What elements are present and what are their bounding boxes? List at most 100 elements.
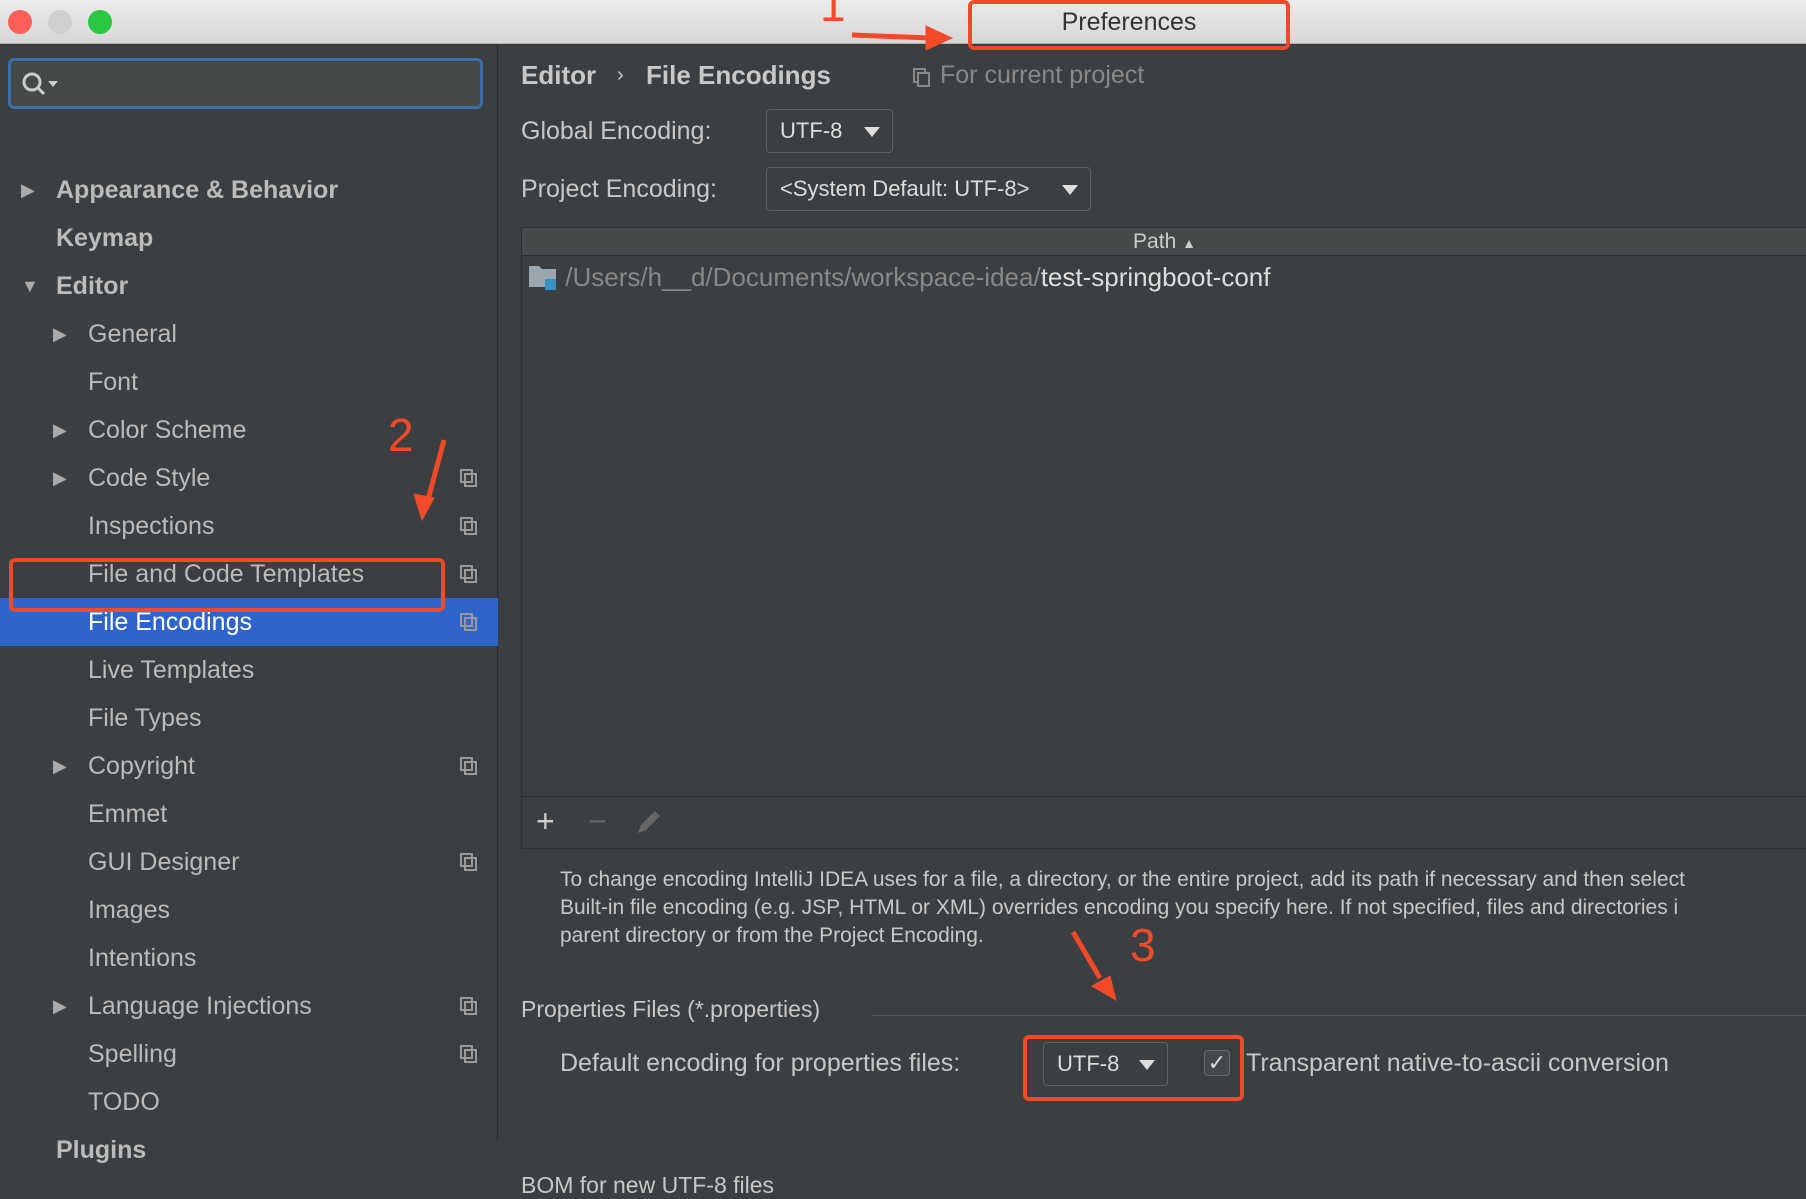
description-line: Built-in file encoding (e.g. JSP, HTML o…: [560, 896, 1679, 919]
project-scope-icon: [460, 517, 477, 535]
encoding-description: To change encoding IntelliJ IDEA uses fo…: [560, 866, 1685, 950]
search-icon: [22, 72, 58, 96]
sidebar-item-copyright[interactable]: ▶ Copyright: [0, 742, 498, 790]
project-scope-icon: [460, 565, 477, 583]
global-encoding-dropdown[interactable]: UTF-8: [766, 109, 893, 153]
scope-label: For current project: [940, 61, 1145, 89]
expand-arrow-icon[interactable]: ▼: [21, 262, 39, 310]
path-name: test-springboot-conf: [1040, 262, 1271, 292]
sidebar-item-spelling[interactable]: Spelling: [0, 1030, 498, 1078]
annotation-number-2: 2: [388, 409, 414, 461]
add-icon[interactable]: +: [536, 803, 555, 840]
sidebar-item-images[interactable]: Images: [0, 886, 498, 934]
sidebar-item-label: Editor: [56, 272, 129, 300]
project-scope-icon: [460, 613, 477, 631]
sidebar-item-editor[interactable]: ▼ Editor: [0, 262, 498, 310]
sidebar-item-label: Font: [88, 368, 139, 396]
sidebar-item-label: Appearance & Behavior: [56, 176, 339, 204]
annotation-number-3: 3: [1130, 919, 1156, 971]
project-scope-icon: [460, 853, 477, 871]
path-prefix: /Users/h__d/Documents/workspace-idea/: [565, 262, 1041, 292]
chevron-down-icon: [864, 127, 880, 137]
properties-encoding-label: Default encoding for properties files:: [560, 1049, 961, 1077]
sidebar-item-code-style[interactable]: ▶ Code Style: [0, 454, 498, 502]
table-row[interactable]: /Users/h__d/Documents/workspace-idea/tes…: [528, 262, 1270, 293]
breadcrumb-separator: ›: [617, 64, 624, 86]
sidebar-item-label: Code Style: [88, 464, 211, 492]
sidebar-item-label: Emmet: [88, 800, 168, 828]
sidebar-item-label: Live Templates: [88, 656, 255, 684]
sidebar-item-file-types[interactable]: File Types: [0, 694, 498, 742]
breadcrumb-editor[interactable]: Editor: [521, 60, 596, 91]
sidebar-item-general[interactable]: ▶ General: [0, 310, 498, 358]
edit-icon[interactable]: [634, 809, 662, 837]
sidebar-item-appearance-behavior[interactable]: ▶ Appearance & Behavior: [0, 166, 498, 214]
sidebar-item-label: Copyright: [88, 752, 195, 780]
chevron-down-icon: [1062, 185, 1078, 195]
path-column-header[interactable]: Path ▲: [522, 228, 1806, 256]
project-scope-icon: [460, 469, 477, 487]
annotation-number-1: 1: [820, 0, 846, 31]
description-line: To change encoding IntelliJ IDEA uses fo…: [560, 868, 1685, 891]
sidebar-item-label: Color Scheme: [88, 416, 247, 444]
collapse-arrow-icon[interactable]: ▶: [53, 742, 67, 790]
collapse-arrow-icon[interactable]: ▶: [53, 310, 67, 358]
collapse-arrow-icon[interactable]: ▶: [53, 454, 67, 502]
annotation-box-properties: [1023, 1035, 1244, 1101]
file-encodings-panel: Editor › File Encodings For current proj…: [499, 44, 1806, 1198]
project-scope-icon: [460, 1045, 477, 1063]
sort-asc-icon: ▲: [1182, 235, 1196, 251]
collapse-arrow-icon[interactable]: ▶: [21, 166, 35, 214]
description-line: parent directory or from the Project Enc…: [560, 924, 984, 947]
sidebar-item-font[interactable]: Font: [0, 358, 498, 406]
path-encoding-table: Path ▲ /Users/h__d/Documents/workspace-i…: [521, 227, 1806, 849]
sidebar-item-emmet[interactable]: Emmet: [0, 790, 498, 838]
project-scope-icon: [460, 997, 477, 1015]
global-encoding-value: UTF-8: [780, 118, 843, 143]
collapse-arrow-icon[interactable]: ▶: [53, 406, 67, 454]
project-encoding-value: <System Default: UTF-8>: [780, 176, 1030, 201]
sidebar-item-label: GUI Designer: [88, 848, 240, 876]
sidebar-item-keymap[interactable]: Keymap: [0, 214, 498, 262]
search-input[interactable]: [8, 58, 483, 109]
sidebar-item-label: Intentions: [88, 944, 197, 972]
sidebar-item-label: Keymap: [56, 224, 154, 252]
close-button[interactable]: [8, 10, 32, 34]
project-scope-icon: [913, 68, 930, 87]
folder-icon: [529, 266, 556, 290]
annotation-box-file-encodings: [9, 558, 445, 612]
collapse-arrow-icon[interactable]: ▶: [53, 982, 67, 1030]
project-scope-icon: [460, 757, 477, 775]
path-column-label: Path: [1133, 230, 1177, 253]
zoom-button[interactable]: [88, 10, 112, 34]
sidebar-item-label: File Types: [88, 704, 202, 732]
sidebar-item-label: Inspections: [88, 512, 215, 540]
sidebar-item-label: Plugins: [56, 1136, 147, 1164]
bom-section-title: BOM for new UTF-8 files: [521, 1172, 775, 1198]
remove-icon[interactable]: −: [588, 803, 607, 840]
native-to-ascii-label[interactable]: Transparent native-to-ascii conversion: [1246, 1049, 1669, 1078]
sidebar-item-label: General: [88, 320, 177, 348]
sidebar-item-language-injections[interactable]: ▶ Language Injections: [0, 982, 498, 1030]
sidebar-item-color-scheme[interactable]: ▶ Color Scheme: [0, 406, 498, 454]
title-bar: Preferences: [0, 0, 1806, 44]
sidebar-item-label: Images: [88, 896, 170, 924]
project-encoding-dropdown[interactable]: <System Default: UTF-8>: [766, 167, 1091, 211]
table-toolbar: + −: [522, 796, 1806, 848]
breadcrumb-current: File Encodings: [646, 60, 831, 90]
sidebar-item-live-templates[interactable]: Live Templates: [0, 646, 498, 694]
sidebar-item-label: Spelling: [88, 1040, 177, 1068]
project-encoding-label: Project Encoding:: [521, 175, 717, 203]
sidebar-item-label: TODO: [88, 1088, 160, 1116]
properties-section-title: Properties Files (*.properties): [521, 996, 821, 1022]
global-encoding-label: Global Encoding:: [521, 117, 712, 145]
sidebar-item-plugins[interactable]: Plugins: [0, 1126, 498, 1174]
sidebar-item-inspections[interactable]: Inspections: [0, 502, 498, 550]
section-divider: [872, 1015, 1806, 1016]
minimize-button[interactable]: [48, 10, 72, 34]
sidebar-item-label: Language Injections: [88, 992, 312, 1020]
sidebar-item-gui-designer[interactable]: GUI Designer: [0, 838, 498, 886]
sidebar-item-intentions[interactable]: Intentions: [0, 934, 498, 982]
annotation-box-preferences: [968, 0, 1290, 50]
sidebar-item-todo[interactable]: TODO: [0, 1078, 498, 1126]
